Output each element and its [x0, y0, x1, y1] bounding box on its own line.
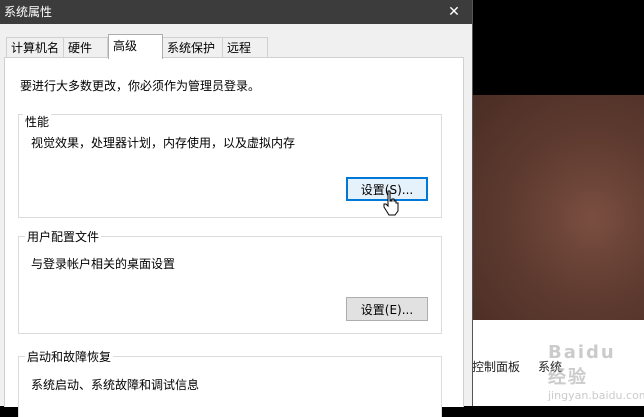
tab-hardware[interactable]: 硬件: [63, 37, 108, 58]
baidu-watermark: Baidu经验 jingyan.baidu.com: [548, 342, 644, 402]
performance-description: 视觉效果，处理器计划，内存使用，以及虚拟内存: [31, 136, 296, 150]
title-bar[interactable]: 系统属性 ✕: [0, 0, 472, 24]
admin-note: 要进行大多数更改，你必须作为管理员登录。: [20, 79, 261, 93]
tab-advanced[interactable]: 高级: [108, 34, 163, 59]
system-properties-dialog: 系统属性 ✕ 计算机名 硬件 高级 系统保护 远程 要进行大多数更改，你必须作为…: [0, 0, 473, 417]
tab-system-protection[interactable]: 系统保护: [162, 37, 224, 58]
user-profiles-group: 用户配置文件 与登录帐户相关的桌面设置 设置(E)...: [18, 228, 442, 334]
tab-strip: 计算机名 硬件 高级 系统保护 远程: [0, 34, 472, 59]
startup-recovery-label: 启动和故障恢复: [25, 348, 114, 365]
breadcrumb-control-panel[interactable]: 控制面板: [472, 358, 520, 376]
background-black: [472, 0, 644, 95]
user-profiles-settings-button[interactable]: 设置(E)...: [346, 297, 428, 321]
performance-group: 性能 视觉效果，处理器计划，内存使用，以及虚拟内存 设置(S)...: [18, 113, 442, 218]
startup-recovery-group: 启动和故障恢复 系统启动、系统故障和调试信息: [18, 348, 442, 417]
window-title: 系统属性: [4, 5, 53, 19]
user-profiles-label: 用户配置文件: [25, 228, 102, 245]
startup-recovery-description: 系统启动、系统故障和调试信息: [31, 378, 200, 392]
close-icon[interactable]: ✕: [444, 0, 464, 24]
user-profiles-description: 与登录帐户相关的桌面设置: [31, 257, 176, 271]
tab-computer-name[interactable]: 计算机名: [6, 37, 68, 58]
performance-label: 性能: [23, 113, 52, 130]
background-wallpaper: [472, 95, 644, 320]
mouse-cursor-icon: [383, 190, 399, 216]
tab-remote[interactable]: 远程: [222, 37, 268, 58]
